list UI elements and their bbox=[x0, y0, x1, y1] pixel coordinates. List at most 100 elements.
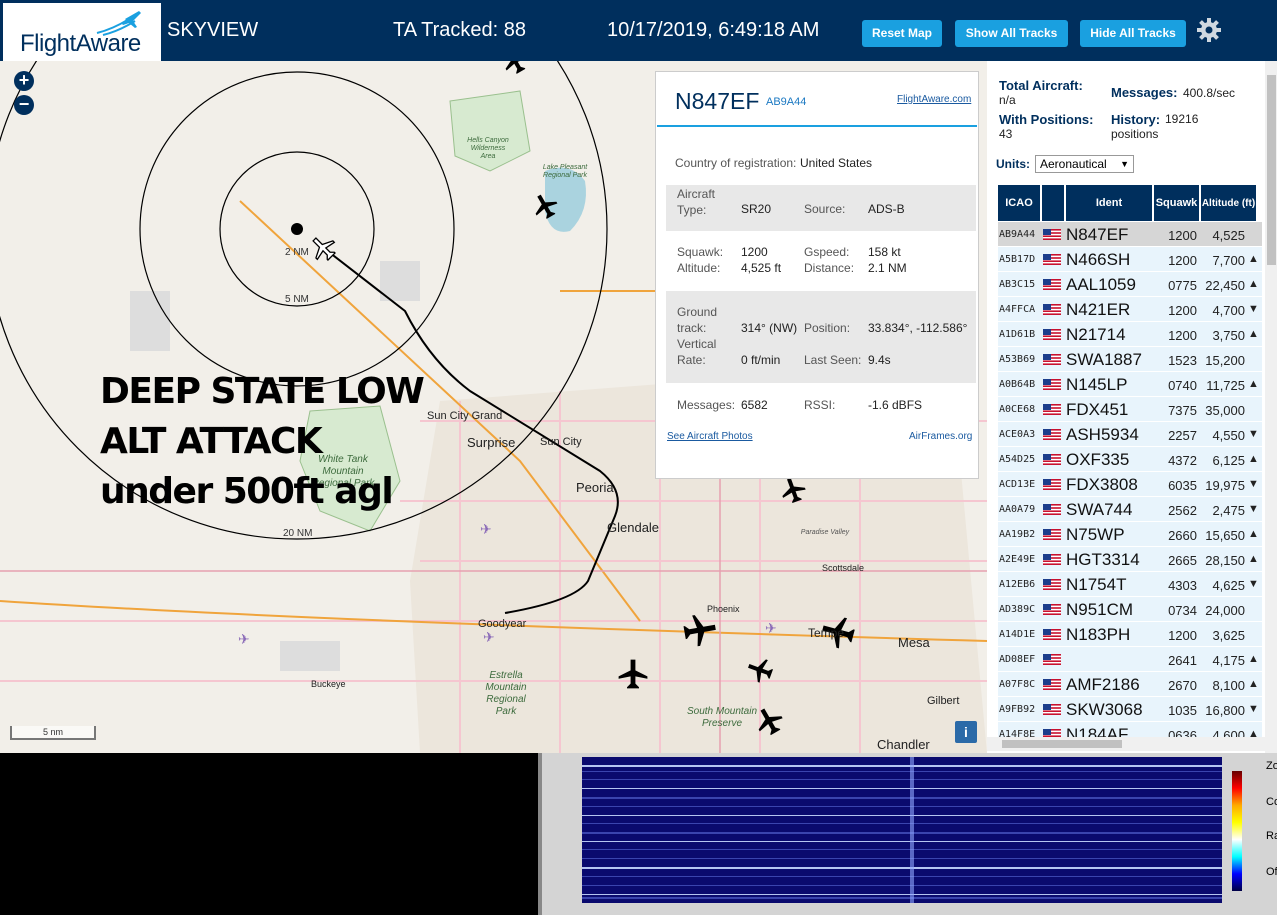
table-row[interactable]: ACE0A3 ASH5934 2257 4,550 ▼ bbox=[998, 422, 1262, 447]
datetime: 10/17/2019, 6:49:18 AM bbox=[607, 19, 820, 41]
us-flag-icon bbox=[1043, 454, 1061, 465]
altitude-trend-icon: ▼ bbox=[1248, 578, 1259, 590]
us-flag-icon bbox=[1043, 404, 1061, 415]
vertical-rate-value: 0 ft/min bbox=[741, 353, 781, 367]
table-row[interactable]: A5B17D N466SH 1200 7,700 ▲ bbox=[998, 247, 1262, 272]
icao-cell: AA19B2 bbox=[999, 529, 1036, 540]
altitude-cell: 35,000 bbox=[1205, 403, 1245, 418]
scrollbar-thumb[interactable] bbox=[1267, 75, 1276, 265]
us-flag-icon bbox=[1043, 304, 1061, 315]
altitude-trend-icon: ▲ bbox=[1248, 328, 1259, 340]
ident-cell: N1754T bbox=[1066, 575, 1127, 594]
squawk-cell: 1200 bbox=[1168, 628, 1197, 643]
altitude-value: 4,525 ft bbox=[741, 261, 782, 275]
table-row[interactable]: A07F8C AMF2186 2670 8,100 ▲ bbox=[998, 672, 1262, 697]
park-label: South Mountain Preserve bbox=[686, 706, 758, 729]
altitude-trend-icon: ▼ bbox=[1248, 478, 1259, 490]
ident-cell: OXF335 bbox=[1066, 450, 1130, 469]
us-flag-icon bbox=[1043, 379, 1061, 390]
icao-cell: A54D25 bbox=[999, 454, 1036, 465]
vertical-scrollbar[interactable] bbox=[1265, 61, 1277, 753]
squawk-cell: 2257 bbox=[1168, 428, 1197, 443]
ident-cell: SWA1887 bbox=[1066, 350, 1142, 369]
table-row[interactable]: A12EB6 N1754T 4303 4,625 ▼ bbox=[998, 572, 1262, 597]
altitude-trend-icon: ▲ bbox=[1248, 378, 1259, 390]
units-select[interactable]: Aeronautical ▼ bbox=[1035, 155, 1134, 173]
table-row[interactable]: A54D25 OXF335 4372 6,125 ▲ bbox=[998, 447, 1262, 472]
contrast-control-label: Co bbox=[1266, 796, 1277, 808]
us-flag-icon bbox=[1043, 254, 1061, 265]
column-header-icao[interactable]: ICAO bbox=[998, 185, 1040, 221]
svg-text:✈: ✈ bbox=[238, 632, 250, 648]
flightaware-logo[interactable]: FlightAware bbox=[3, 3, 161, 61]
us-flag-icon bbox=[1043, 629, 1061, 640]
icao-cell: ACE0A3 bbox=[999, 429, 1036, 440]
info-button[interactable]: i bbox=[955, 721, 977, 743]
altitude-cell: 16,800 bbox=[1205, 703, 1245, 718]
reset-map-button[interactable]: Reset Map bbox=[862, 20, 942, 47]
altitude-trend-icon: ▼ bbox=[1248, 503, 1259, 515]
waterfall-peak bbox=[910, 757, 914, 903]
scrollbar-thumb[interactable] bbox=[1002, 740, 1122, 748]
table-row[interactable]: ACD13E FDX3808 6035 19,975 ▼ bbox=[998, 472, 1262, 497]
table-row[interactable]: A4FFCA N421ER 1200 4,700 ▼ bbox=[998, 297, 1262, 322]
table-row[interactable]: AD08EF 2641 4,175 ▲ bbox=[998, 647, 1262, 672]
icao-cell: A0B64B bbox=[999, 379, 1036, 390]
altitude-cell: 4,700 bbox=[1212, 303, 1245, 318]
source-value: ADS-B bbox=[868, 202, 905, 216]
messages-label: Messages: bbox=[1111, 85, 1178, 100]
column-header-flag[interactable] bbox=[1042, 185, 1064, 221]
column-header-altitude[interactable]: Altitude (ft) bbox=[1201, 185, 1256, 221]
table-row[interactable]: A0B64B N145LP 0740 11,725 ▲ bbox=[998, 372, 1262, 397]
zoom-out-button[interactable]: − bbox=[14, 95, 34, 115]
ident-cell: SWA744 bbox=[1066, 500, 1133, 519]
altitude-cell: 8,100 bbox=[1212, 678, 1245, 693]
svg-text:✈: ✈ bbox=[480, 522, 492, 538]
horizontal-scrollbar[interactable] bbox=[987, 737, 1265, 751]
altitude-cell: 24,000 bbox=[1205, 603, 1245, 618]
zoom-in-button[interactable]: + bbox=[14, 71, 34, 91]
gear-icon[interactable] bbox=[1196, 17, 1222, 43]
table-row[interactable]: AA19B2 N75WP 2660 15,650 ▲ bbox=[998, 522, 1262, 547]
flightaware-link[interactable]: FlightAware.com bbox=[897, 94, 971, 105]
table-row[interactable]: A2E49E HGT3314 2665 28,150 ▲ bbox=[998, 547, 1262, 572]
aircraft-photos-link[interactable]: See Aircraft Photos bbox=[667, 431, 753, 442]
table-row[interactable]: A14D1E N183PH 1200 3,625 bbox=[998, 622, 1262, 647]
table-row[interactable]: A0CE68 FDX451 7375 35,000 bbox=[998, 397, 1262, 422]
table-row[interactable]: AB9A44 N847EF 1200 4,525 bbox=[998, 222, 1262, 247]
aircraft-info-popup: N847EF AB9A44 FlightAware.com Country of… bbox=[655, 71, 979, 479]
waterfall-line bbox=[582, 897, 1222, 899]
messages-value: 6582 bbox=[741, 398, 768, 412]
icao-cell: A2E49E bbox=[999, 554, 1036, 565]
squawk-cell: 6035 bbox=[1168, 478, 1197, 493]
altitude-trend-icon: ▼ bbox=[1248, 703, 1259, 715]
us-flag-icon bbox=[1043, 504, 1061, 515]
offset-control-label: Of bbox=[1266, 866, 1277, 878]
table-row[interactable]: A9FB92 SKW3068 1035 16,800 ▼ bbox=[998, 697, 1262, 722]
squawk-cell: 0734 bbox=[1168, 603, 1197, 618]
hide-all-tracks-button[interactable]: Hide All Tracks bbox=[1080, 20, 1186, 47]
ground-track-value: 314° (NW) bbox=[741, 321, 798, 335]
airframes-link[interactable]: AirFrames.org bbox=[909, 431, 972, 442]
table-row[interactable]: A53B69 SWA1887 1523 15,200 bbox=[998, 347, 1262, 372]
altitude-cell: 15,650 bbox=[1205, 528, 1245, 543]
column-header-ident[interactable]: Ident bbox=[1066, 185, 1152, 221]
column-header-squawk[interactable]: Squawk bbox=[1154, 185, 1199, 221]
altitude-trend-icon: ▲ bbox=[1248, 553, 1259, 565]
range-ring-label-20: 20 NM bbox=[283, 528, 313, 539]
us-flag-icon bbox=[1043, 479, 1061, 490]
altitude-cell: 2,475 bbox=[1212, 503, 1245, 518]
show-all-tracks-button[interactable]: Show All Tracks bbox=[955, 20, 1068, 47]
table-row[interactable]: A1D61B N21714 1200 3,750 ▲ bbox=[998, 322, 1262, 347]
icao-cell: AB9A44 bbox=[999, 229, 1036, 240]
icao-cell: A14D1E bbox=[999, 629, 1036, 640]
us-flag-icon bbox=[1043, 704, 1061, 715]
squawk-cell: 1200 bbox=[1168, 328, 1197, 343]
table-row[interactable]: AB3C15 AAL1059 0775 22,450 ▲ bbox=[998, 272, 1262, 297]
range-ring-label-5: 5 NM bbox=[285, 294, 309, 305]
ident-cell: FDX451 bbox=[1066, 400, 1129, 419]
icao-cell: A12EB6 bbox=[999, 579, 1036, 590]
table-row[interactable]: AA0A79 SWA744 2562 2,475 ▼ bbox=[998, 497, 1262, 522]
table-row[interactable]: AD389C N951CM 0734 24,000 bbox=[998, 597, 1262, 622]
app-title: SKYVIEW bbox=[167, 19, 259, 41]
